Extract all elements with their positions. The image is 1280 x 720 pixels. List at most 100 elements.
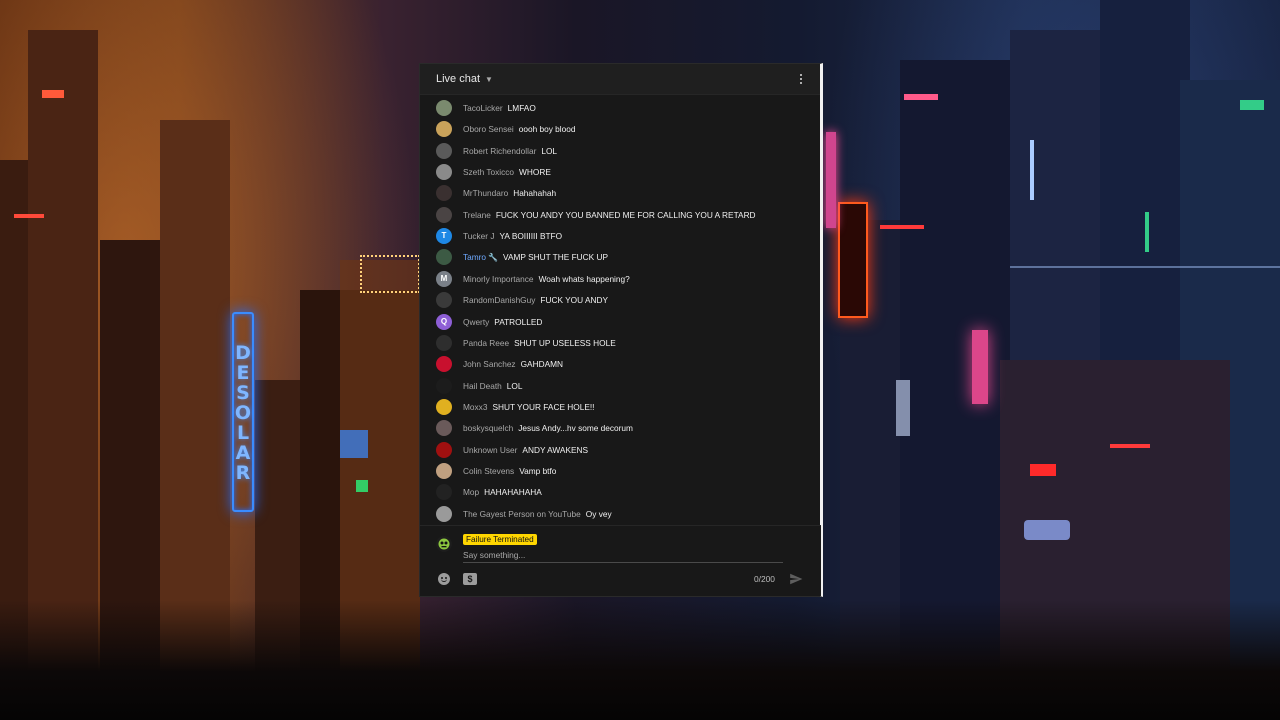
chat-message[interactable]: T Tucker J YA BOIIIIII BTFO bbox=[436, 226, 562, 246]
chat-header: Live chat ▼ bbox=[420, 64, 820, 95]
desolar-neon-sign: DESOLAR bbox=[232, 312, 254, 512]
chat-message[interactable]: Q Qwerty PATROLLED bbox=[436, 312, 542, 332]
message-text: HAHAHAHAHA bbox=[484, 487, 542, 498]
chat-message-input[interactable] bbox=[463, 548, 783, 563]
author-avatar[interactable] bbox=[436, 249, 452, 266]
chat-message[interactable]: RandomDanishGuy FUCK YOU ANDY bbox=[436, 290, 608, 310]
author-name[interactable]: Tamro bbox=[463, 252, 486, 262]
chat-message[interactable]: Oboro Sensei oooh boy blood bbox=[436, 119, 575, 139]
author-avatar[interactable] bbox=[436, 142, 452, 159]
red-neon-sign bbox=[838, 202, 868, 318]
super-chat-icon[interactable]: $ bbox=[463, 573, 477, 585]
chat-message[interactable]: M Minorly Importance Woah whats happening? bbox=[436, 269, 630, 289]
author-name[interactable]: Mop bbox=[463, 487, 479, 497]
chat-message[interactable]: Unknown User ANDY AWAKENS bbox=[436, 440, 588, 460]
chat-message[interactable]: John Sanchez GAHDAMN bbox=[436, 354, 563, 374]
chat-message[interactable]: Mop HAHAHAHAHA bbox=[436, 482, 542, 502]
author-avatar[interactable] bbox=[436, 420, 452, 437]
message-text: Oy vey bbox=[585, 508, 612, 519]
author-name[interactable]: John Sanchez bbox=[463, 359, 516, 369]
message-text: FUCK YOU ANDY bbox=[540, 295, 609, 306]
chat-message[interactable]: Trelane FUCK YOU ANDY YOU BANNED ME FOR C… bbox=[436, 205, 756, 225]
author-avatar[interactable]: Q bbox=[436, 313, 452, 330]
author-name[interactable]: MrThundaro bbox=[463, 188, 508, 198]
chevron-down-icon[interactable]: ▼ bbox=[485, 75, 493, 84]
author-avatar[interactable] bbox=[436, 356, 452, 373]
author-name[interactable]: Oboro Sensei bbox=[463, 124, 514, 134]
window-light bbox=[880, 225, 924, 229]
author-avatar[interactable] bbox=[436, 164, 452, 181]
author-avatar[interactable] bbox=[436, 121, 452, 138]
author-name[interactable]: Trelane bbox=[463, 210, 491, 220]
author-avatar[interactable] bbox=[436, 185, 452, 202]
message-text: YA BOIIIIII BTFO bbox=[499, 231, 563, 242]
author-name[interactable]: Colin Stevens bbox=[463, 466, 514, 476]
author-name[interactable]: RandomDanishGuy bbox=[463, 295, 535, 305]
send-icon[interactable] bbox=[789, 572, 803, 586]
message-text: WHORE bbox=[519, 167, 551, 178]
author-name[interactable]: Szeth Toxicco bbox=[463, 167, 514, 177]
chat-mode-dropdown[interactable]: Live chat bbox=[436, 73, 480, 85]
message-text: FUCK YOU ANDY YOU BANNED ME FOR CALLING … bbox=[495, 209, 756, 220]
author-avatar[interactable] bbox=[436, 398, 452, 415]
author-avatar[interactable]: M bbox=[436, 270, 452, 287]
message-text: Hahahahah bbox=[513, 188, 557, 199]
author-name[interactable]: Panda Reee bbox=[463, 338, 509, 348]
author-avatar[interactable] bbox=[436, 292, 452, 309]
window-light bbox=[1240, 100, 1264, 110]
author-name[interactable]: Unknown User bbox=[463, 445, 517, 455]
chat-message[interactable]: TacoLicker LMFAO bbox=[436, 98, 536, 118]
current-user-avatar bbox=[436, 536, 452, 552]
author-name[interactable]: Hail Death bbox=[463, 381, 502, 391]
message-text: SHUT UP USELESS HOLE bbox=[514, 337, 616, 348]
chat-message[interactable]: Tamro 🔧 VAMP SHUT THE FUCK UP bbox=[436, 247, 608, 267]
message-text: GAHDAMN bbox=[520, 359, 564, 370]
message-text: Vamp btfo bbox=[519, 465, 557, 476]
window-light bbox=[1010, 266, 1280, 268]
window-light bbox=[14, 214, 44, 218]
author-name[interactable]: boskysquelch bbox=[463, 423, 513, 433]
author-name[interactable]: Robert Richendollar bbox=[463, 146, 536, 156]
chat-message[interactable]: Moxx3 SHUT YOUR FACE HOLE!! bbox=[436, 397, 594, 417]
author-name[interactable]: Moxx3 bbox=[463, 402, 487, 412]
author-avatar[interactable] bbox=[436, 462, 452, 479]
window-light bbox=[1110, 444, 1150, 448]
message-text: LOL bbox=[506, 380, 523, 391]
message-text: SHUT YOUR FACE HOLE!! bbox=[492, 401, 595, 412]
window-light bbox=[1030, 140, 1034, 200]
emoji-icon[interactable] bbox=[438, 573, 450, 585]
author-name[interactable]: Minorly Importance bbox=[463, 274, 534, 284]
author-avatar[interactable]: T bbox=[436, 228, 452, 245]
more-vert-icon[interactable] bbox=[798, 72, 804, 86]
window-light bbox=[356, 480, 368, 492]
author-name[interactable]: The Gayest Person on YouTube bbox=[463, 509, 581, 519]
window-light bbox=[1145, 212, 1149, 252]
message-text: VAMP SHUT THE FUCK UP bbox=[503, 252, 608, 263]
author-avatar[interactable] bbox=[436, 377, 452, 394]
author-avatar[interactable] bbox=[436, 206, 452, 223]
chat-composer: Failure Terminated $ 0/200 bbox=[420, 525, 821, 596]
window-light bbox=[1030, 464, 1056, 476]
chat-message[interactable]: The Gayest Person on YouTube Oy vey bbox=[436, 504, 612, 524]
window-light bbox=[42, 90, 64, 98]
foreground-silhouette bbox=[0, 600, 1280, 720]
window-light bbox=[360, 255, 420, 293]
author-avatar[interactable] bbox=[436, 100, 452, 116]
author-name[interactable]: Tucker J bbox=[463, 231, 495, 241]
chat-message[interactable]: boskysquelch Jesus Andy...hv some decorum bbox=[436, 418, 633, 438]
chat-message[interactable]: Szeth Toxicco WHORE bbox=[436, 162, 551, 182]
author-avatar[interactable] bbox=[436, 484, 452, 501]
window-light bbox=[904, 94, 938, 100]
chat-message[interactable]: Robert Richendollar LOL bbox=[436, 141, 557, 161]
author-name[interactable]: TacoLicker bbox=[463, 103, 503, 113]
chat-message[interactable]: MrThundaro Hahahahah bbox=[436, 183, 556, 203]
author-name[interactable]: Qwerty bbox=[463, 317, 489, 327]
author-avatar[interactable] bbox=[436, 505, 452, 522]
message-text: oooh boy blood bbox=[518, 124, 576, 135]
chat-message[interactable]: Hail Death LOL bbox=[436, 376, 522, 396]
author-avatar[interactable] bbox=[436, 334, 452, 351]
message-text: ANDY AWAKENS bbox=[522, 444, 589, 455]
chat-message[interactable]: Panda Reee SHUT UP USELESS HOLE bbox=[436, 333, 616, 353]
chat-message[interactable]: Colin Stevens Vamp btfo bbox=[436, 461, 556, 481]
author-avatar[interactable] bbox=[436, 441, 452, 458]
